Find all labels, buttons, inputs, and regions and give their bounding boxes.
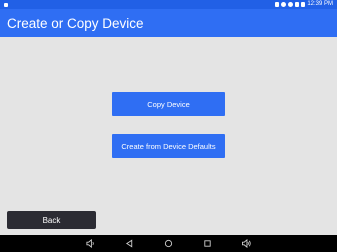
system-nav-bar bbox=[0, 235, 337, 252]
back-button[interactable]: Back bbox=[7, 211, 96, 229]
status-time: 12:39 PM bbox=[307, 1, 333, 7]
home-circle-icon[interactable] bbox=[164, 239, 174, 249]
app-bar: Create or Copy Device bbox=[0, 9, 337, 37]
battery-icon bbox=[301, 2, 306, 7]
copy-device-button[interactable]: Copy Device bbox=[112, 92, 225, 116]
volume-up-icon[interactable] bbox=[242, 239, 252, 249]
signal-icon bbox=[295, 2, 300, 7]
status-left bbox=[4, 2, 8, 7]
notification-icon bbox=[4, 2, 8, 7]
bluetooth-icon bbox=[275, 2, 280, 7]
wifi-icon bbox=[288, 2, 294, 7]
alarm-icon bbox=[281, 2, 287, 7]
main-content: Copy Device Create from Device Defaults … bbox=[0, 37, 337, 235]
page-title: Create or Copy Device bbox=[7, 15, 144, 31]
status-bar: 12:39 PM bbox=[0, 0, 337, 9]
back-triangle-icon[interactable] bbox=[125, 239, 135, 249]
status-right: 12:39 PM bbox=[275, 0, 333, 9]
create-from-defaults-button[interactable]: Create from Device Defaults bbox=[112, 134, 225, 158]
recents-square-icon[interactable] bbox=[203, 239, 213, 249]
volume-down-icon[interactable] bbox=[86, 239, 96, 249]
